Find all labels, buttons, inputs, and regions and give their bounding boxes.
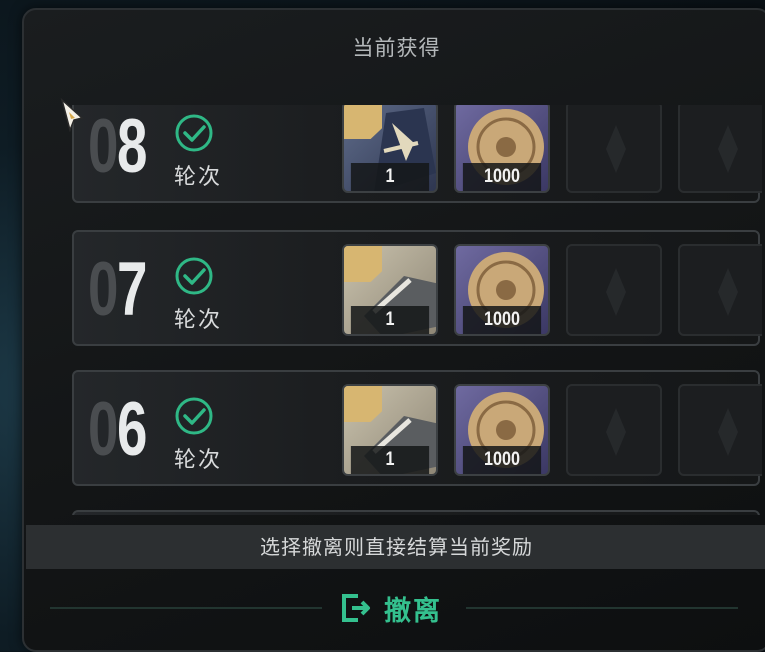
round-label: 轮次 — [174, 448, 223, 473]
pointer-cursor-icon — [60, 98, 84, 132]
evacuate-button[interactable]: 撤离 — [340, 588, 442, 628]
empty-reward-slot — [678, 384, 762, 476]
round-number-tens: 0 — [88, 247, 118, 332]
evacuate-label: 撤离 — [384, 595, 442, 627]
reward-slot[interactable]: 1 — [342, 384, 438, 476]
round-number-tens: 0 — [88, 387, 118, 472]
round-number-ones: 8 — [117, 105, 147, 189]
round-number: 08 — [88, 105, 147, 189]
reward-slot[interactable]: 1000 — [454, 105, 550, 193]
empty-reward-slot — [566, 105, 662, 193]
diamond-placeholder-icon — [606, 268, 626, 316]
reward-quantity: 1000 — [462, 446, 542, 474]
reward-slot[interactable]: 1 — [342, 105, 438, 193]
empty-reward-slot — [566, 244, 662, 336]
diamond-placeholder-icon — [606, 408, 626, 456]
check-circle-icon — [175, 397, 213, 435]
empty-reward-slot — [678, 244, 762, 336]
rewards-panel: 当前获得 08 轮次 1 1000 07 轮次 1 1000 06 轮次 1 1… — [22, 8, 765, 652]
round-label: 轮次 — [174, 165, 223, 190]
round-number: 07 — [88, 247, 147, 332]
round-label: 轮次 — [174, 308, 223, 333]
reward-slot[interactable]: 1 — [342, 244, 438, 336]
rarity-tag — [344, 246, 382, 282]
divider-left — [50, 607, 322, 609]
panel-title: 当前获得 — [352, 36, 441, 60]
check-circle-icon — [175, 114, 213, 152]
rounds-list[interactable]: 08 轮次 1 1000 07 轮次 1 1000 06 轮次 1 1000 — [72, 105, 762, 515]
empty-reward-slot — [566, 384, 662, 476]
diamond-placeholder-icon — [606, 125, 626, 173]
rarity-tag — [344, 386, 382, 422]
diamond-placeholder-icon — [718, 268, 738, 316]
round-number-ones: 6 — [117, 387, 147, 472]
divider-right — [466, 607, 738, 609]
notice-bar: 选择撤离则直接结算当前奖励 — [26, 525, 765, 569]
reward-quantity: 1 — [350, 306, 430, 334]
check-circle-icon — [175, 257, 213, 295]
round-row: 06 轮次 1 1000 — [72, 370, 762, 486]
reward-quantity: 1000 — [462, 163, 542, 191]
round-number-tens: 0 — [88, 105, 118, 189]
reward-slot[interactable]: 1000 — [454, 244, 550, 336]
exit-icon — [342, 594, 370, 622]
reward-quantity: 1 — [350, 163, 430, 191]
empty-reward-slot — [678, 105, 762, 193]
reward-slot[interactable]: 1000 — [454, 384, 550, 476]
diamond-placeholder-icon — [718, 125, 738, 173]
reward-quantity: 1 — [350, 446, 430, 474]
round-row: 07 轮次 1 1000 — [72, 230, 762, 346]
round-row: 08 轮次 1 1000 — [72, 105, 762, 203]
round-number: 06 — [88, 387, 147, 472]
round-number-ones: 7 — [117, 247, 147, 332]
diamond-placeholder-icon — [718, 408, 738, 456]
round-row — [72, 510, 760, 515]
reward-quantity: 1000 — [462, 306, 542, 334]
